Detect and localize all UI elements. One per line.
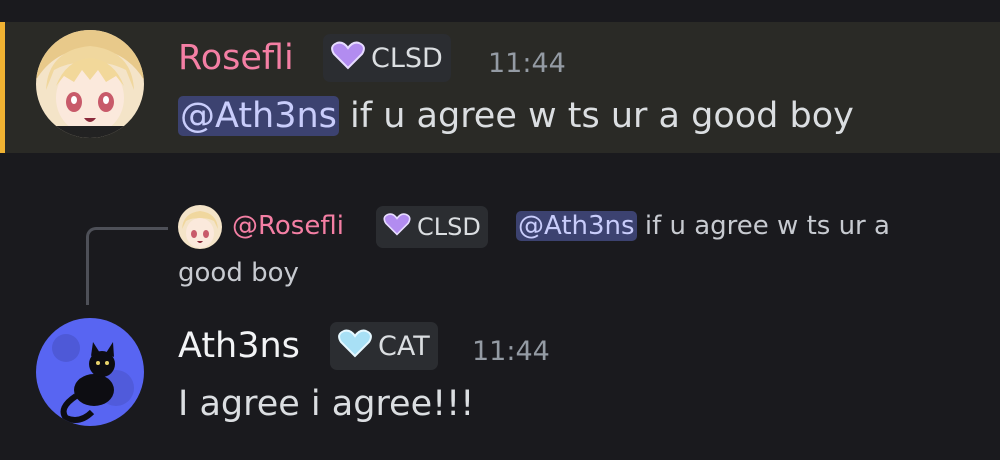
anime-girl-avatar-icon xyxy=(36,30,144,138)
avatar[interactable] xyxy=(36,30,144,138)
reply-content-line1: @Ath3ns if u agree w ts ur a xyxy=(516,211,890,241)
reply-content-line2: good boy xyxy=(178,258,299,288)
message-timestamp[interactable]: 11:44 xyxy=(472,336,550,367)
anime-girl-avatar-icon xyxy=(178,205,222,249)
server-tag-label: CLSD xyxy=(371,42,443,74)
message-text: if u agree w ts ur a good boy xyxy=(338,96,854,136)
reply-text-line1: if u agree w ts ur a xyxy=(636,211,890,241)
black-cat-avatar-icon xyxy=(36,318,144,426)
mention-highlight-bar xyxy=(0,22,5,153)
server-tag-label: CAT xyxy=(378,330,430,362)
user-mention[interactable]: @Ath3ns xyxy=(178,96,339,136)
message-text: I agree i agree!!! xyxy=(178,384,475,424)
reply-user-mention[interactable]: @Ath3ns xyxy=(516,211,637,241)
reply-server-tag-label: CLSD xyxy=(417,213,481,241)
reply-server-tag[interactable]: CLSD xyxy=(376,206,488,248)
reply-connector-line xyxy=(86,227,168,305)
avatar[interactable] xyxy=(36,318,144,426)
reply-username[interactable]: @Rosefli xyxy=(232,211,344,241)
purple-heart-icon xyxy=(331,40,365,77)
server-tag[interactable]: CLSD xyxy=(323,34,451,82)
message-username[interactable]: Rosefli xyxy=(178,38,294,78)
reply-avatar[interactable] xyxy=(178,205,222,249)
server-tag[interactable]: CAT xyxy=(330,322,438,370)
message-content: @Ath3ns if u agree w ts ur a good boy xyxy=(178,96,854,136)
message-timestamp[interactable]: 11:44 xyxy=(488,48,566,79)
light-blue-heart-icon xyxy=(338,328,372,365)
purple-heart-icon xyxy=(383,212,411,242)
message-username[interactable]: Ath3ns xyxy=(178,326,300,366)
